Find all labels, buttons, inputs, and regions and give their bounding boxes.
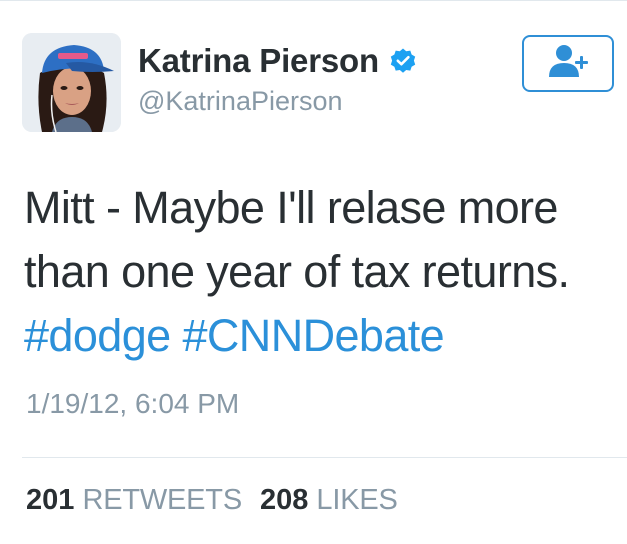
retweets-label: RETWEETS — [82, 484, 242, 516]
tweet-timestamp[interactable]: 1/19/12, 6:04 PM — [26, 388, 239, 420]
likes-count: 208 — [259, 484, 309, 516]
avatar[interactable] — [22, 33, 121, 132]
name-row: Katrina Pierson — [138, 38, 417, 84]
hashtag-line: #dodge #CNNDebate — [24, 304, 620, 368]
user-handle[interactable]: @KatrinaPierson — [138, 86, 343, 117]
profile-photo — [22, 33, 121, 132]
tweet-text-line: than one year of tax returns. — [24, 246, 570, 297]
tweet-text-line: Mitt - Maybe I'll relase more — [24, 182, 558, 233]
follow-button[interactable] — [522, 35, 614, 92]
hashtag-link[interactable]: #dodge — [24, 310, 171, 361]
add-user-icon — [546, 42, 590, 85]
hashtag-link[interactable]: #CNNDebate — [182, 310, 444, 361]
stats-divider — [22, 457, 627, 458]
tweet-text: Mitt - Maybe I'll relase more than one y… — [24, 176, 620, 368]
tweet-stats: 201 RETWEETS 208 LIKES — [26, 484, 398, 517]
likes-label: LIKES — [316, 484, 398, 516]
display-name[interactable]: Katrina Pierson — [138, 42, 379, 80]
retweets-stat[interactable]: 201 RETWEETS — [26, 484, 242, 516]
top-divider — [0, 0, 627, 1]
verified-badge-icon — [389, 47, 417, 75]
retweets-count: 201 — [26, 484, 75, 516]
likes-stat[interactable]: 208 LIKES — [260, 484, 398, 516]
